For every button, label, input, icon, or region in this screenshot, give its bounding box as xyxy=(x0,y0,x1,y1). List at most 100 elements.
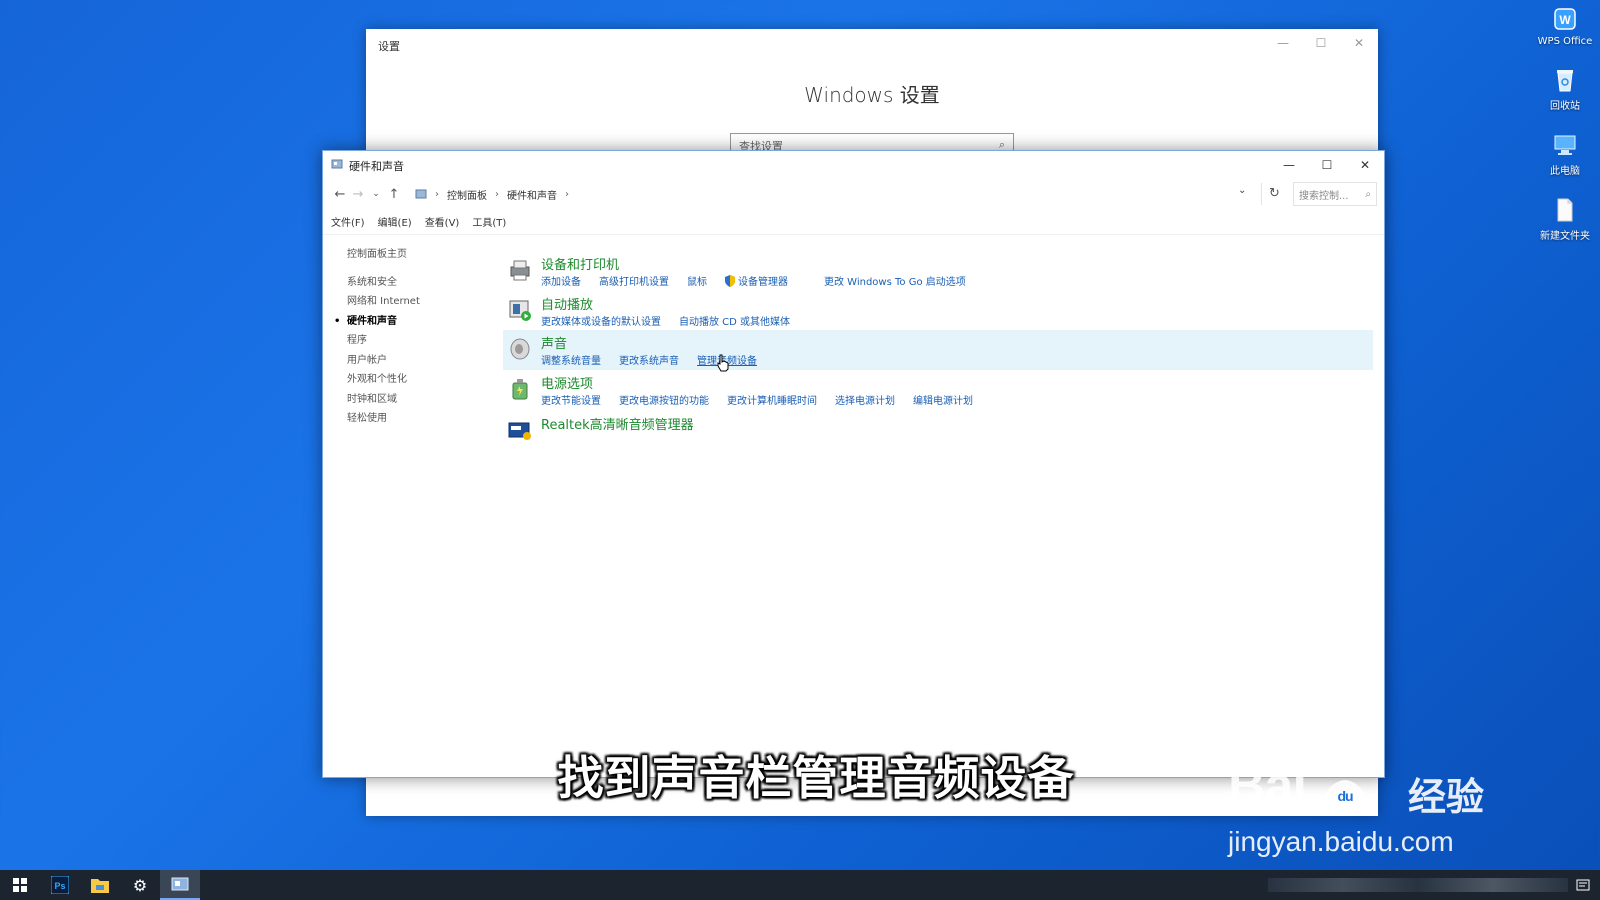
watermark-brand-text: Bai xyxy=(1228,757,1307,815)
wps-office-icon: W xyxy=(1552,4,1578,34)
address-bar-row: ← → ⌄ ↑ › 控制面板 › 硬件和声音 › ⌄ ↻ 搜索控制... ⌕ xyxy=(323,179,1384,209)
link-power-saving-settings[interactable]: 更改节能设置 xyxy=(541,392,619,407)
address-box[interactable]: › 控制面板 › 硬件和声音 › xyxy=(411,182,1273,206)
up-arrow-icon[interactable]: ↑ xyxy=(385,187,403,202)
link-autoplay-cd[interactable]: 自动播放 CD 或其他媒体 xyxy=(679,313,808,328)
settings-window-title: 设置 xyxy=(378,40,400,53)
windows-logo-icon xyxy=(13,878,27,892)
taskbar-photoshop[interactable]: Ps xyxy=(40,870,80,900)
category-sound: 声音 调整系统音量 更改系统声音 管理音频设备 xyxy=(503,330,1373,372)
category-autoplay: 自动播放 更改媒体或设备的默认设置 自动播放 CD 或其他媒体 xyxy=(503,291,1373,331)
nav-system-security[interactable]: 系统和安全 xyxy=(347,273,507,293)
category-title[interactable]: 设备和打印机 xyxy=(541,254,619,273)
taskbar-control-panel[interactable] xyxy=(160,870,200,900)
shield-icon xyxy=(725,274,735,287)
taskbar-file-explorer[interactable] xyxy=(80,870,120,900)
settings-heading: Windows 设置 xyxy=(804,83,940,107)
recent-dropdown-icon[interactable]: ⌄ xyxy=(367,189,385,199)
nav-hardware-sound[interactable]: 硬件和声音 xyxy=(334,312,507,332)
desktop-icon-recycle-bin[interactable]: 回收站 xyxy=(1534,65,1596,112)
link-add-device[interactable]: 添加设备 xyxy=(541,273,599,288)
power-options-icon xyxy=(512,379,528,400)
notification-icon[interactable] xyxy=(1576,878,1590,892)
link-manage-audio-devices[interactable]: 管理音频设备 xyxy=(697,352,775,367)
desktop-icon-label: 此电脑 xyxy=(1550,166,1580,177)
control-panel-window: 硬件和声音 — ☐ ✕ ← → ⌄ ↑ › 控制面板 › 硬件和声音 › ⌄ ↻… xyxy=(322,150,1385,778)
autoplay-icon xyxy=(509,300,531,321)
link-windows-to-go[interactable]: 更改 Windows To Go 启动选项 xyxy=(824,273,984,288)
link-power-button-function[interactable]: 更改电源按钮的功能 xyxy=(619,392,727,407)
menu-bar: 文件(F) 编辑(E) 查看(V) 工具(T) xyxy=(323,209,1384,235)
link-change-system-sounds[interactable]: 更改系统声音 xyxy=(619,352,697,367)
breadcrumb-hardware-sound[interactable]: 硬件和声音 xyxy=(507,187,557,202)
minimize-icon[interactable]: — xyxy=(1270,151,1308,179)
link-edit-power-plan[interactable]: 编辑电源计划 xyxy=(913,392,991,407)
left-nav: 控制面板主页 系统和安全 网络和 Internet 硬件和声音 程序 用户帐户 … xyxy=(334,245,507,429)
link-adjust-volume[interactable]: 调整系统音量 xyxy=(541,352,619,367)
category-links: 更改媒体或设备的默认设置 自动播放 CD 或其他媒体 xyxy=(541,313,808,328)
nav-ease-of-access[interactable]: 轻松使用 xyxy=(347,409,507,429)
category-links: 调整系统音量 更改系统声音 管理音频设备 xyxy=(541,352,775,367)
forward-arrow-icon[interactable]: → xyxy=(349,187,367,202)
close-icon[interactable]: ✕ xyxy=(1346,151,1384,179)
category-title[interactable]: 自动播放 xyxy=(541,294,593,313)
maximize-icon[interactable]: ☐ xyxy=(1302,29,1340,57)
back-arrow-icon[interactable]: ← xyxy=(331,187,349,202)
realtek-icon xyxy=(508,422,531,440)
this-pc-icon xyxy=(1552,130,1578,160)
maximize-icon[interactable]: ☐ xyxy=(1308,151,1346,179)
category-links: 更改节能设置 更改电源按钮的功能 更改计算机睡眠时间 选择电源计划 编辑电源计划 xyxy=(541,392,991,407)
refresh-icon[interactable]: ↻ xyxy=(1261,183,1287,205)
minimize-icon[interactable]: — xyxy=(1264,29,1302,57)
link-device-manager[interactable]: 设备管理器 xyxy=(725,273,824,288)
link-mouse[interactable]: 鼠标 xyxy=(687,273,725,288)
nav-control-panel-home[interactable]: 控制面板主页 xyxy=(347,245,507,265)
desktop-icon-this-pc[interactable]: 此电脑 xyxy=(1534,130,1596,177)
paw-logo-icon: du xyxy=(1322,757,1369,804)
photoshop-icon: Ps xyxy=(51,876,69,894)
desktop-icon-new-folder[interactable]: 新建文件夹 xyxy=(1534,195,1596,242)
nav-appearance[interactable]: 外观和个性化 xyxy=(347,370,507,390)
menu-tools[interactable]: 工具(T) xyxy=(472,214,506,229)
settings-window-controls: — ☐ ✕ xyxy=(1264,29,1378,59)
control-panel-body: 控制面板主页 系统和安全 网络和 Internet 硬件和声音 程序 用户帐户 … xyxy=(323,235,1384,778)
devices-printers-icon xyxy=(510,260,530,281)
link-sleep-time[interactable]: 更改计算机睡眠时间 xyxy=(727,392,835,407)
search-icon: ⌕ xyxy=(1365,188,1371,200)
control-panel-search-placeholder: 搜索控制... xyxy=(1299,190,1349,202)
desktop-icon-label: WPS Office xyxy=(1537,36,1593,47)
control-panel-titlebar[interactable]: 硬件和声音 — ☐ ✕ xyxy=(323,151,1384,179)
desktop-icon-wps[interactable]: W WPS Office xyxy=(1534,4,1596,47)
breadcrumb-control-panel[interactable]: 控制面板 xyxy=(447,187,487,202)
control-panel-search-input[interactable]: 搜索控制... ⌕ xyxy=(1293,182,1377,206)
taskbar: Ps ⚙ xyxy=(0,870,1600,900)
start-button[interactable] xyxy=(0,870,40,900)
nav-programs[interactable]: 程序 xyxy=(347,331,507,351)
category-title[interactable]: 电源选项 xyxy=(541,373,593,392)
link-advanced-printer-setup[interactable]: 高级打印机设置 xyxy=(599,273,687,288)
category-power-options: 电源选项 更改节能设置 更改电源按钮的功能 更改计算机睡眠时间 选择电源计划 编… xyxy=(503,370,1373,410)
menu-file[interactable]: 文件(F) xyxy=(331,214,365,229)
watermark-brand-cn: 经验 xyxy=(1408,775,1485,819)
link-choose-power-plan[interactable]: 选择电源计划 xyxy=(835,392,913,407)
category-realtek: Realtek高清晰音频管理器 xyxy=(503,411,1373,451)
nav-user-accounts[interactable]: 用户帐户 xyxy=(347,351,507,371)
svg-text:W: W xyxy=(1559,13,1571,27)
category-title[interactable]: Realtek高清晰音频管理器 xyxy=(541,414,694,433)
link-change-media-defaults[interactable]: 更改媒体或设备的默认设置 xyxy=(541,313,679,328)
chevron-down-icon[interactable]: ⌄ xyxy=(1238,185,1246,196)
nav-clock-region[interactable]: 时钟和区域 xyxy=(347,390,507,410)
watermark-url: jingyan.baidu.com xyxy=(1228,826,1454,857)
control-panel-icon xyxy=(415,189,427,199)
menu-view[interactable]: 查看(V) xyxy=(425,214,460,229)
nav-network-internet[interactable]: 网络和 Internet xyxy=(347,292,507,312)
menu-edit[interactable]: 编辑(E) xyxy=(378,214,412,229)
category-title[interactable]: 声音 xyxy=(541,333,567,352)
close-icon[interactable]: ✕ xyxy=(1340,29,1378,57)
watermark-brand: Bai du xyxy=(1228,756,1375,816)
system-tray xyxy=(1268,870,1590,900)
desktop-icon-label: 回收站 xyxy=(1550,101,1580,112)
baidu-watermark: Bai du 经验 jingyan.baidu.com xyxy=(1228,740,1518,860)
taskbar-settings[interactable]: ⚙ xyxy=(120,870,160,900)
speaker-icon xyxy=(510,338,530,360)
